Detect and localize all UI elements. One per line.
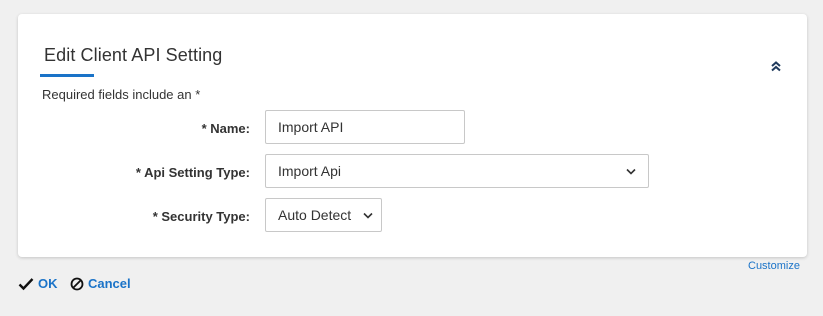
chevron-down-icon	[626, 168, 636, 175]
panel-title: Edit Client API Setting	[44, 45, 223, 65]
title-underline	[40, 74, 94, 77]
security-type-value: Auto Detect	[278, 207, 352, 223]
collapse-panel-button[interactable]	[767, 58, 785, 74]
customize-link[interactable]: Customize	[748, 260, 800, 272]
cancel-label: Cancel	[88, 276, 131, 291]
security-type-select[interactable]: Auto Detect	[265, 198, 382, 232]
name-input[interactable]: Import API	[265, 110, 465, 144]
api-setting-type-label: * Api Setting Type:	[135, 165, 250, 180]
edit-panel: Edit Client API Setting Required fields …	[18, 14, 807, 257]
security-type-label: * Security Type:	[152, 209, 250, 224]
cancel-circle-icon	[70, 277, 84, 290]
name-label: * Name:	[201, 121, 250, 136]
api-setting-type-select[interactable]: Import Api	[265, 154, 649, 188]
ok-label: OK	[38, 276, 58, 291]
cancel-button[interactable]: Cancel	[70, 276, 131, 291]
name-input-value: Import API	[278, 119, 344, 135]
double-chevron-up-icon	[771, 61, 781, 72]
checkmark-icon	[18, 277, 34, 290]
chevron-down-icon	[363, 212, 373, 219]
required-fields-note: Required fields include an *	[42, 87, 201, 102]
api-setting-type-value: Import Api	[278, 163, 342, 179]
ok-button[interactable]: OK	[18, 276, 58, 291]
